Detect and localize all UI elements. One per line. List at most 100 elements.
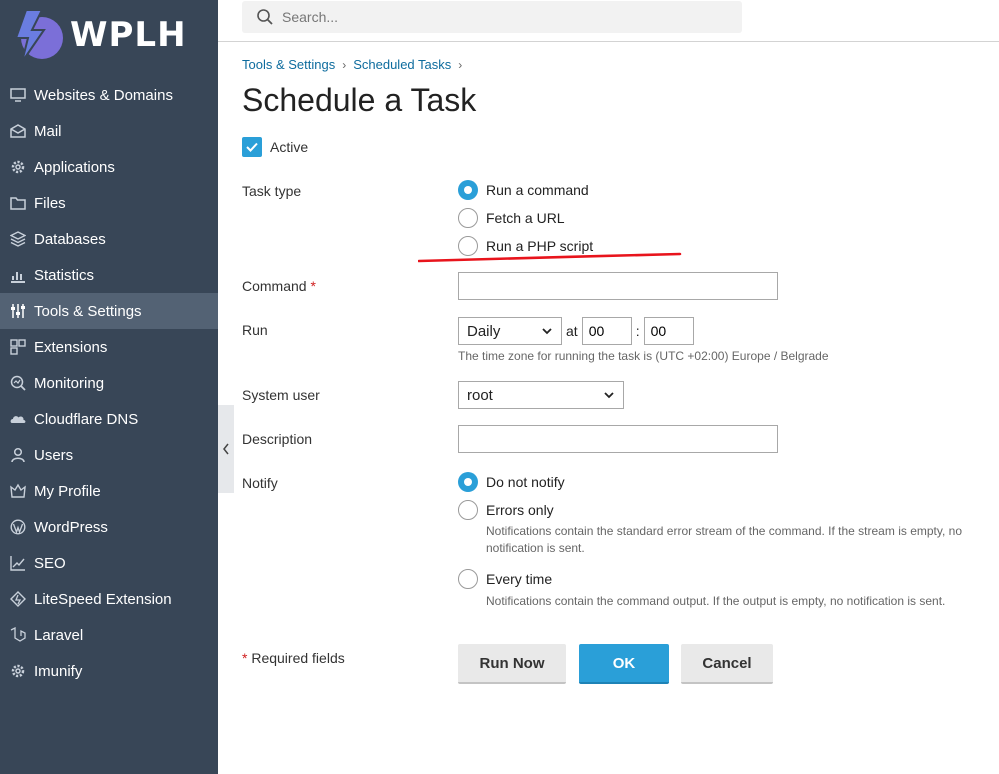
run-frequency-select[interactable]: Daily bbox=[458, 317, 562, 345]
sidebar-item-applications[interactable]: Applications bbox=[0, 149, 218, 185]
breadcrumb-scheduled-tasks[interactable]: Scheduled Tasks bbox=[353, 57, 451, 72]
sidebar-item-label: Tools & Settings bbox=[34, 302, 142, 320]
radio-do-not-notify[interactable] bbox=[458, 472, 478, 492]
sidebar-item-label: SEO bbox=[34, 554, 66, 572]
task-type-option-fetch-url[interactable]: Fetch a URL bbox=[458, 207, 593, 229]
sidebar-item-users[interactable]: Users bbox=[0, 437, 218, 473]
sidebar-item-websites-domains[interactable]: Websites & Domains bbox=[0, 77, 218, 113]
sidebar: WPLH Websites & Domains Mail Application… bbox=[0, 0, 218, 774]
time-colon: : bbox=[635, 323, 640, 339]
sidebar-item-label: My Profile bbox=[34, 482, 101, 500]
command-label-row: Command * bbox=[242, 278, 316, 294]
sidebar-item-extensions[interactable]: Extensions bbox=[0, 329, 218, 365]
sidebar-nav: Websites & Domains Mail Applications Fil… bbox=[0, 77, 218, 689]
breadcrumb-separator-icon: › bbox=[342, 57, 347, 72]
hour-input[interactable] bbox=[581, 317, 632, 345]
active-checkbox[interactable] bbox=[242, 137, 262, 157]
radio-label: Run a command bbox=[486, 182, 589, 198]
radio-every-time[interactable] bbox=[458, 569, 478, 589]
required-fields-text: Required fields bbox=[247, 650, 345, 666]
radio-label: Every time bbox=[486, 571, 553, 587]
run-frequency-value: Daily bbox=[467, 322, 501, 340]
errors-only-hint: Notifications contain the standard error… bbox=[486, 524, 962, 555]
database-icon bbox=[9, 230, 27, 248]
seo-chart-icon bbox=[9, 554, 27, 572]
sidebar-collapse-button[interactable] bbox=[218, 405, 234, 493]
sidebar-item-mail[interactable]: Mail bbox=[0, 113, 218, 149]
run-label: Run bbox=[242, 322, 268, 338]
radio-label: Fetch a URL bbox=[486, 210, 565, 226]
command-label: Command bbox=[242, 278, 307, 294]
minute-input[interactable] bbox=[643, 317, 694, 345]
sidebar-item-files[interactable]: Files bbox=[0, 185, 218, 221]
sidebar-item-label: Statistics bbox=[34, 266, 95, 284]
active-row: Active bbox=[242, 137, 308, 157]
sidebar-item-label: Monitoring bbox=[34, 374, 105, 392]
notify-option-do-not-notify[interactable]: Do not notify bbox=[458, 471, 998, 493]
chevron-down-icon bbox=[604, 392, 614, 399]
radio-errors-only[interactable] bbox=[458, 500, 478, 520]
radio-fetch-url[interactable] bbox=[458, 208, 478, 228]
sidebar-item-label: WordPress bbox=[34, 518, 108, 536]
every-time-hint: Notifications contain the command output… bbox=[486, 594, 946, 608]
sidebar-item-seo[interactable]: SEO bbox=[0, 545, 218, 581]
sidebar-item-label: Websites & Domains bbox=[34, 86, 173, 104]
cancel-button[interactable]: Cancel bbox=[681, 644, 773, 684]
required-mark: * bbox=[310, 278, 316, 294]
search-input[interactable] bbox=[282, 9, 722, 25]
folder-icon bbox=[9, 194, 27, 212]
ok-button[interactable]: OK bbox=[579, 644, 669, 684]
radio-run-command[interactable] bbox=[458, 180, 478, 200]
run-schedule-row: Daily at : bbox=[458, 317, 694, 345]
sidebar-item-label: Laravel bbox=[34, 626, 84, 644]
task-type-group: Run a command Fetch a URL Run a PHP scri… bbox=[458, 179, 593, 257]
system-user-select[interactable]: root bbox=[458, 381, 624, 409]
monitor-icon bbox=[9, 86, 27, 104]
command-input[interactable] bbox=[458, 272, 778, 300]
system-user-label: System user bbox=[242, 387, 320, 403]
brand-logo[interactable]: WPLH bbox=[12, 6, 187, 64]
bar-chart-icon bbox=[9, 266, 27, 284]
sidebar-item-tools-settings[interactable]: Tools & Settings bbox=[0, 293, 218, 329]
mail-icon bbox=[9, 122, 27, 140]
run-now-button[interactable]: Run Now bbox=[458, 644, 566, 684]
sidebar-item-label: Databases bbox=[34, 230, 106, 248]
notify-option-every-time[interactable]: Every time bbox=[458, 568, 998, 590]
sidebar-item-monitoring[interactable]: Monitoring bbox=[0, 365, 218, 401]
sidebar-item-label: Extensions bbox=[34, 338, 108, 356]
gear-icon bbox=[9, 158, 27, 176]
breadcrumb-tools-settings[interactable]: Tools & Settings bbox=[242, 57, 335, 72]
sidebar-item-laravel[interactable]: Laravel bbox=[0, 617, 218, 653]
sidebar-item-statistics[interactable]: Statistics bbox=[0, 257, 218, 293]
wordpress-icon bbox=[9, 518, 27, 536]
system-user-value: root bbox=[467, 386, 493, 404]
task-type-option-run-command[interactable]: Run a command bbox=[458, 179, 593, 201]
checkmark-icon bbox=[246, 142, 258, 152]
sidebar-item-label: Cloudflare DNS bbox=[34, 410, 139, 428]
search-icon bbox=[257, 9, 273, 25]
breadcrumb: Tools & Settings › Scheduled Tasks › bbox=[242, 57, 469, 72]
sidebar-item-imunify[interactable]: Imunify bbox=[0, 653, 218, 689]
description-input[interactable] bbox=[458, 425, 778, 453]
sidebar-item-litespeed-extension[interactable]: LiteSpeed Extension bbox=[0, 581, 218, 617]
notify-option-errors-only[interactable]: Errors only bbox=[458, 499, 998, 521]
sidebar-item-label: Mail bbox=[34, 122, 62, 140]
sidebar-item-label: Applications bbox=[34, 158, 115, 176]
active-label: Active bbox=[270, 139, 309, 155]
logo-bolt-icon bbox=[14, 9, 63, 63]
page-title: Schedule a Task bbox=[242, 82, 477, 118]
cloud-icon bbox=[9, 410, 27, 428]
radio-label: Do not notify bbox=[486, 474, 565, 490]
sliders-icon bbox=[9, 302, 27, 320]
chevron-down-icon bbox=[542, 328, 552, 335]
sidebar-item-databases[interactable]: Databases bbox=[0, 221, 218, 257]
sidebar-item-label: Files bbox=[34, 194, 66, 212]
sidebar-item-wordpress[interactable]: WordPress bbox=[0, 509, 218, 545]
extensions-icon bbox=[9, 338, 27, 356]
laravel-icon bbox=[9, 626, 27, 644]
sidebar-item-cloudflare-dns[interactable]: Cloudflare DNS bbox=[0, 401, 218, 437]
required-fields-note: * Required fields bbox=[242, 650, 345, 666]
notify-label: Notify bbox=[242, 475, 278, 491]
search-box[interactable] bbox=[242, 1, 742, 33]
sidebar-item-my-profile[interactable]: My Profile bbox=[0, 473, 218, 509]
